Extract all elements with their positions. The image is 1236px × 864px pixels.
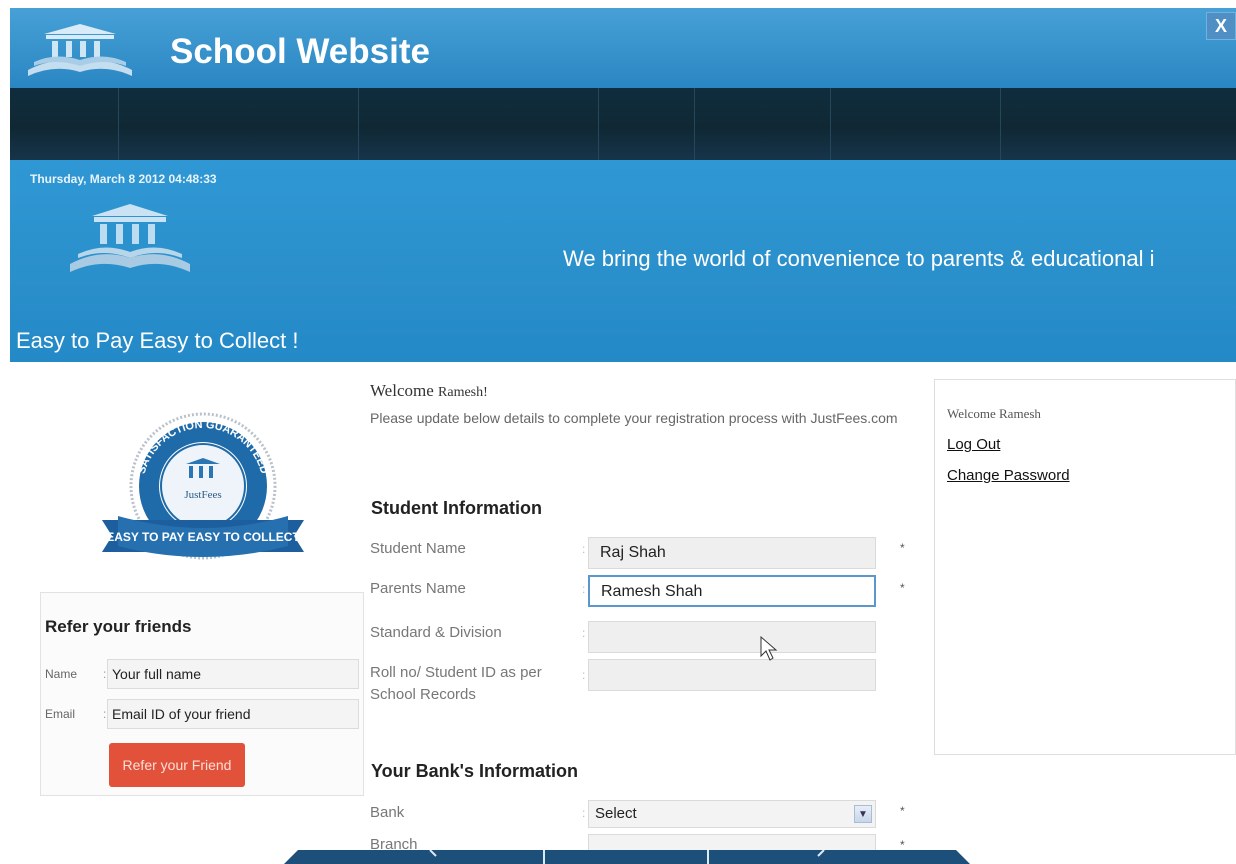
standard-division-label: Standard & Division [370,624,502,641]
student-name-input[interactable]: Raj Shah [588,537,876,569]
banner-slogan: Easy to Pay Easy to Collect ! [16,328,299,353]
current-datetime: Thursday, March 8 2012 04:48:33 [30,172,217,186]
nav-item[interactable] [1000,88,1236,160]
bank-info-heading: Your Bank's Information [371,761,578,781]
roll-number-input[interactable] [588,659,876,691]
student-info-heading: Student Information [371,498,542,518]
nav-item[interactable] [118,88,358,160]
colon: : [582,806,586,820]
browser-page: School Website X Thursday, March 8 2012 … [10,8,1236,864]
refer-email-input[interactable]: Email ID of your friend [107,699,359,729]
welcome-heading: Welcome Ramesh! [370,381,488,401]
refer-name-input[interactable]: Your full name [107,659,359,689]
bottom-nav-bar[interactable] [284,850,970,864]
nav-item[interactable] [358,88,598,160]
close-button[interactable]: X [1206,12,1236,40]
nav-item[interactable] [10,88,118,160]
colon: : [582,582,586,596]
refer-friend-button[interactable]: Refer your Friend [109,743,245,787]
site-header: School Website X [10,8,1236,88]
refer-friends-panel: Refer your friends Name : Your full name… [40,592,364,796]
nav-item[interactable] [694,88,830,160]
satisfaction-badge-icon: SATISFACTION GUARANTEED JustFees EASY TO… [102,412,304,560]
nav-item[interactable] [598,88,694,160]
required-marker: * [900,581,905,595]
parents-name-input[interactable]: Ramesh Shah [588,575,876,607]
account-welcome: Welcome Ramesh [947,406,1041,421]
refer-title: Refer your friends [45,617,192,636]
school-logo-icon [28,24,132,76]
welcome-name: Ramesh! [438,385,488,400]
school-logo-icon [70,204,190,272]
banner-tagline: We bring the world of convenience to par… [563,246,1155,271]
hero-banner: Thursday, March 8 2012 04:48:33 We bring… [10,160,1236,362]
colon: : [103,667,107,681]
change-password-link[interactable]: Change Password [947,467,1070,484]
required-marker: * [900,541,905,555]
parents-name-label: Parents Name [370,580,466,597]
bank-select-value: Select [595,805,637,822]
welcome-prefix: Welcome [370,381,434,400]
bank-select[interactable]: Select ▼ [588,800,876,828]
refer-name-label: Name [45,667,78,681]
site-title: School Website [170,32,430,71]
roll-number-label: Roll no/ Student ID as per School Record… [370,664,542,703]
colon: : [582,626,586,640]
chevron-down-icon[interactable]: ▼ [854,805,872,823]
account-panel: Welcome Ramesh Log Out Change Password [934,379,1236,755]
refer-email-label: Email [45,707,76,721]
logout-link[interactable]: Log Out [947,436,1000,453]
colon: : [582,668,586,682]
required-marker: * [900,804,905,818]
badge-brand-text: JustFees [184,489,221,501]
colon: : [582,542,586,556]
nav-item[interactable] [830,88,1000,160]
student-name-label: Student Name [370,540,466,557]
standard-division-input[interactable] [588,621,876,653]
badge-ribbon-text: EASY TO PAY EASY TO COLLECT [106,530,300,544]
colon: : [103,707,107,721]
bank-label: Bank [370,804,405,821]
mouse-cursor-icon [760,636,778,661]
main-navigation [10,88,1236,160]
registration-intro: Please update below details to complete … [370,410,898,426]
